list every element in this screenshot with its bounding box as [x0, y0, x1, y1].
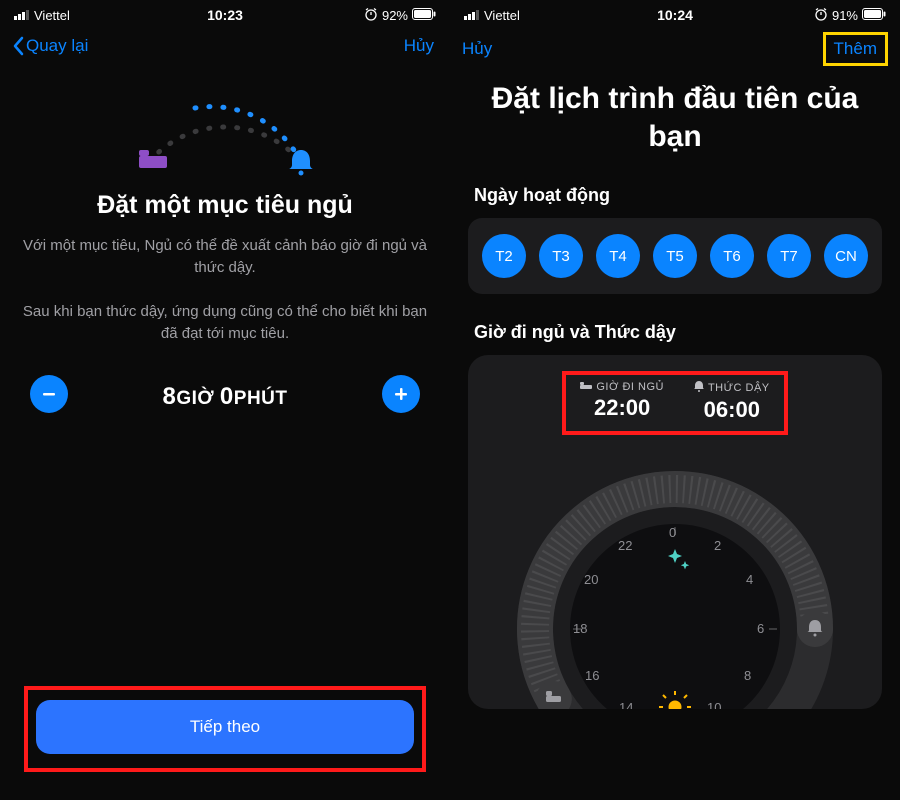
- back-button[interactable]: Quay lại: [12, 36, 88, 56]
- nav-bar: Hủy Thêm: [450, 26, 900, 70]
- goal-minutes-label: PHÚT: [234, 380, 288, 410]
- clock-hour: 4: [746, 572, 753, 587]
- next-highlight: Tiếp theo: [24, 686, 426, 772]
- alarm-icon: [364, 7, 378, 24]
- battery-percent: 92%: [382, 8, 408, 23]
- carrier-label: Viettel: [34, 8, 70, 23]
- screen-schedule: Viettel 10:24 91% Hủy Thêm Đặt lịch trìn…: [450, 0, 900, 800]
- battery-icon: [862, 8, 886, 23]
- goal-stepper: 8GIỜ 0PHÚT: [0, 374, 450, 413]
- plus-icon: [393, 386, 409, 402]
- clock-dial[interactable]: 0 2 4 6 8 10 12 14 16 18 20 22: [505, 449, 845, 709]
- alarm-icon: [814, 7, 828, 24]
- times-section-label: Giờ đi ngủ và Thức dậy: [474, 322, 876, 343]
- bed-icon: [580, 381, 592, 393]
- clock-hour: 2: [714, 538, 721, 553]
- page-title: Đặt lịch trình đầu tiên của bạn: [474, 80, 876, 155]
- day-toggle[interactable]: T7: [767, 234, 811, 278]
- clock-hour: 20: [584, 572, 598, 587]
- days-card: T2 T3 T4 T5 T6 T7 CN: [468, 218, 882, 294]
- wake-handle[interactable]: [797, 611, 833, 647]
- status-bar: Viettel 10:24 91%: [450, 0, 900, 26]
- day-toggle[interactable]: T5: [653, 234, 697, 278]
- clock-hour: 14: [619, 700, 633, 709]
- decrease-button[interactable]: [30, 375, 68, 413]
- clock-hour: 10: [707, 700, 721, 709]
- clock-card: GIỜ ĐI NGỦ 22:00 THỨC DẬY 06:00: [468, 355, 882, 709]
- increase-button[interactable]: [382, 375, 420, 413]
- bell-icon: [289, 150, 313, 176]
- battery-icon: [412, 8, 436, 23]
- wake-value: 06:00: [694, 397, 770, 423]
- wake-label: THỨC DẬY: [708, 382, 770, 394]
- day-toggle[interactable]: CN: [824, 234, 868, 278]
- clock-hour: 8: [744, 668, 751, 683]
- bell-icon: [694, 381, 704, 395]
- chevron-left-icon: [12, 36, 24, 56]
- day-toggle[interactable]: T4: [596, 234, 640, 278]
- next-label: Tiếp theo: [190, 717, 260, 736]
- cancel-label: Hủy: [404, 36, 434, 56]
- next-button[interactable]: Tiếp theo: [36, 700, 414, 754]
- description-1: Với một mục tiêu, Ngủ có thể đề xuất cản…: [22, 235, 428, 279]
- clock-hour: 18: [573, 621, 587, 636]
- goal-hours: 8: [163, 374, 177, 412]
- cancel-button[interactable]: Hủy: [404, 36, 434, 56]
- bedtime-block: GIỜ ĐI NGỦ 22:00: [580, 381, 664, 423]
- goal-hours-label: GIỜ: [176, 380, 214, 410]
- minus-icon: [41, 386, 57, 402]
- signal-icon: [464, 8, 480, 23]
- bedtime-label: GIỜ ĐI NGỦ: [596, 381, 664, 393]
- days-section-label: Ngày hoạt động: [474, 185, 876, 206]
- clock-hour: 22: [618, 538, 632, 553]
- wake-block: THỨC DẬY 06:00: [694, 381, 770, 423]
- page-title: Đặt một mục tiêu ngủ: [18, 190, 432, 221]
- goal-minutes: 0: [220, 374, 234, 412]
- times-highlight: GIỜ ĐI NGỦ 22:00 THỨC DẬY 06:00: [562, 371, 787, 435]
- day-toggle[interactable]: T3: [539, 234, 583, 278]
- bed-icon: [139, 150, 167, 168]
- sleep-arc-graphic: [95, 76, 355, 176]
- battery-percent: 91%: [832, 8, 858, 23]
- description-2: Sau khi bạn thức dậy, ứng dụng cũng có t…: [22, 301, 428, 345]
- status-bar: Viettel 10:23 92%: [0, 0, 450, 26]
- clock-hour: 6: [757, 621, 764, 636]
- goal-value: 8GIỜ 0PHÚT: [163, 374, 288, 413]
- cancel-label: Hủy: [462, 39, 492, 59]
- nav-bar: Quay lại Hủy: [0, 26, 450, 64]
- bedtime-value: 22:00: [580, 395, 664, 421]
- add-label: Thêm: [834, 39, 877, 59]
- cancel-button[interactable]: Hủy: [462, 39, 492, 59]
- clock-hour: 16: [585, 668, 599, 683]
- carrier-label: Viettel: [484, 8, 520, 23]
- signal-icon: [14, 8, 30, 23]
- back-label: Quay lại: [26, 36, 88, 56]
- clock-hour: 0: [669, 525, 676, 540]
- add-button[interactable]: Thêm: [823, 32, 888, 66]
- day-toggle[interactable]: T2: [482, 234, 526, 278]
- screen-sleep-goal: Viettel 10:23 92% Quay lại Hủy: [0, 0, 450, 800]
- day-toggle[interactable]: T6: [710, 234, 754, 278]
